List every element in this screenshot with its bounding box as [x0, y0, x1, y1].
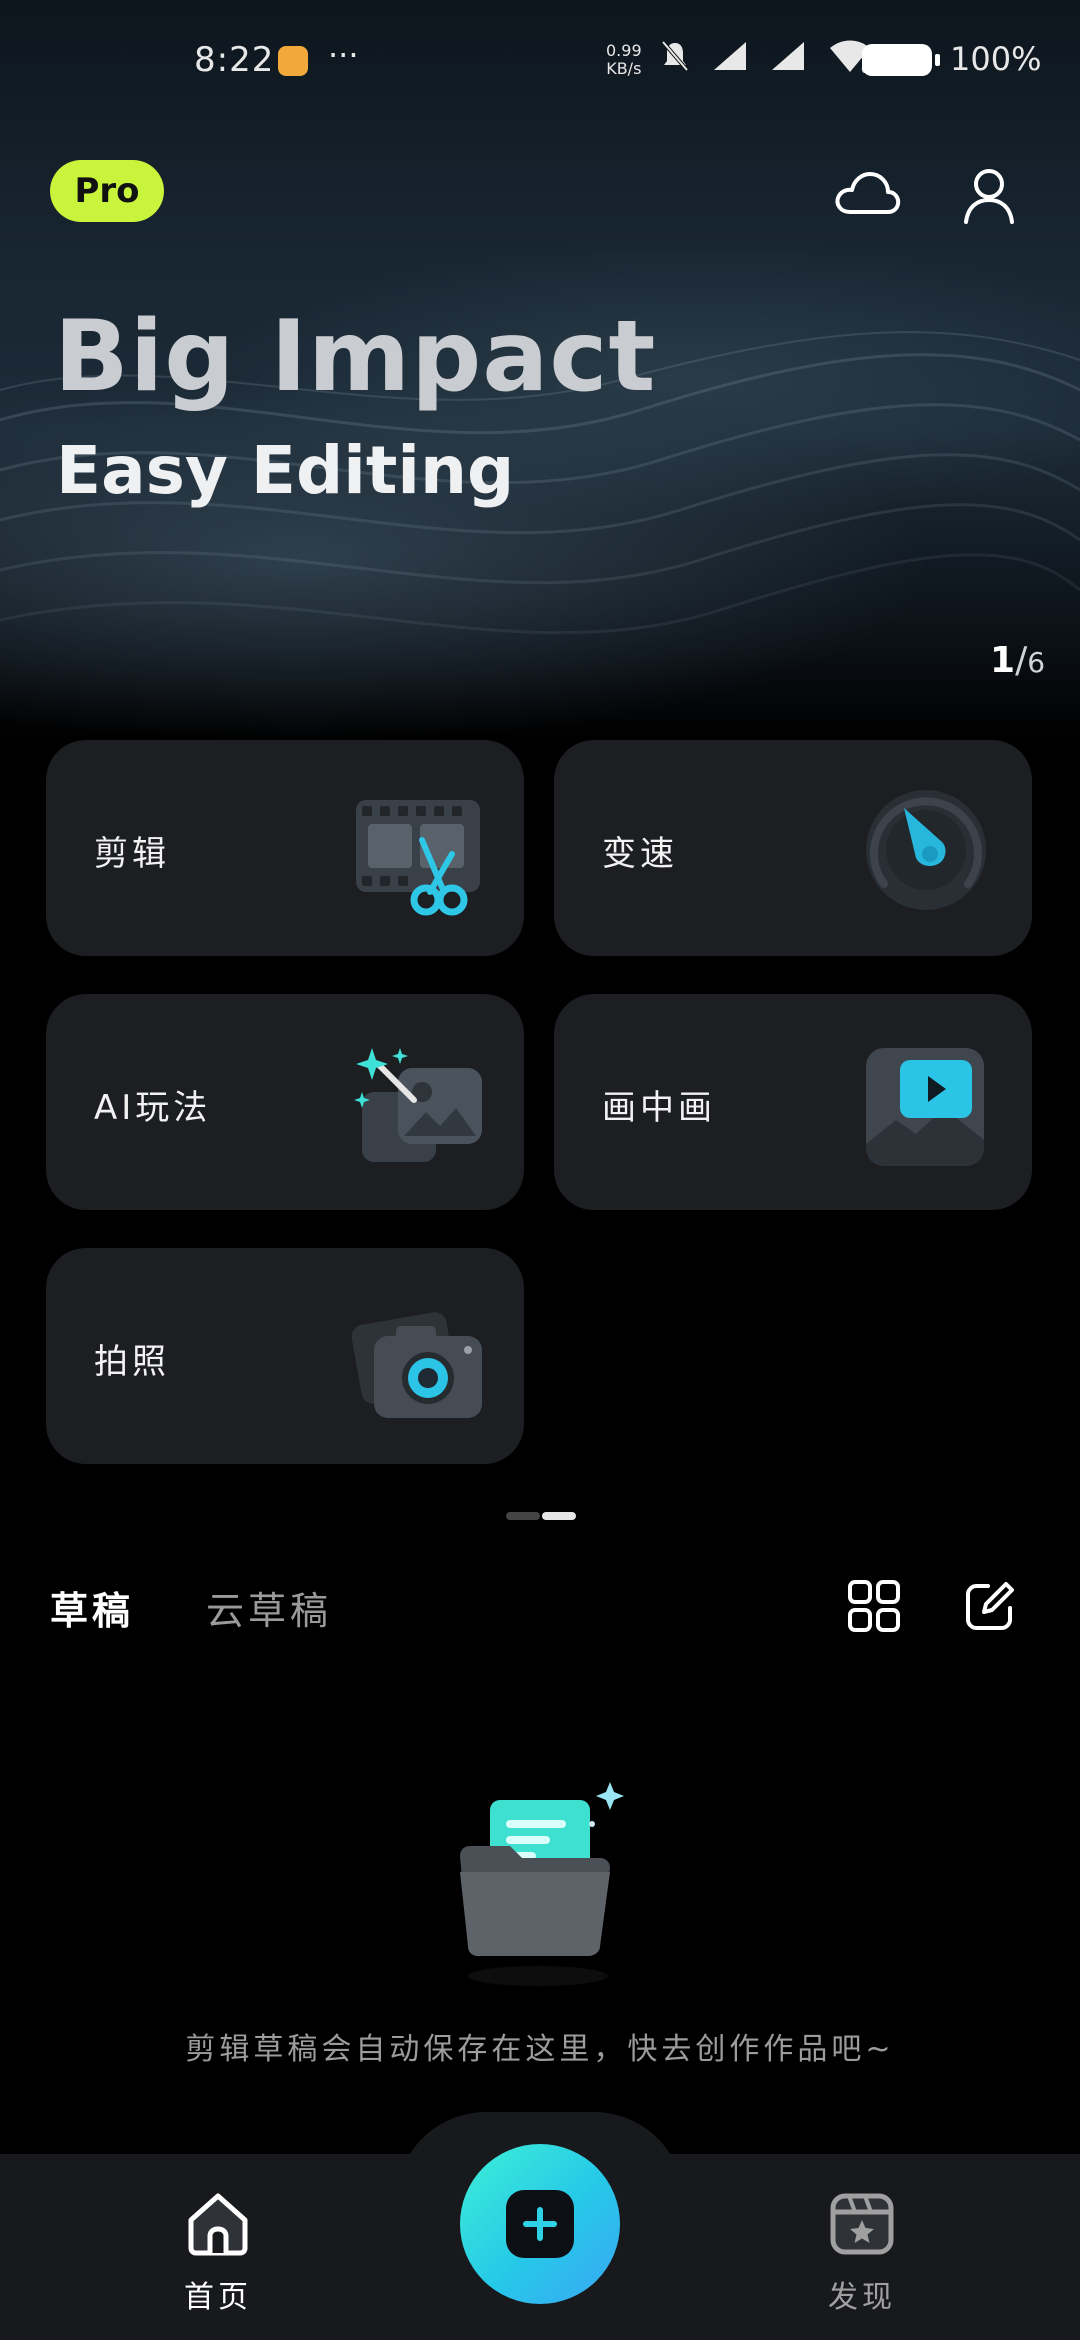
empty-drafts-message: 剪辑草稿会自动保存在这里，快去创作作品吧~ — [185, 2032, 895, 2067]
banner-title: Big Impact — [54, 300, 657, 414]
status-time: 8:22 — [194, 40, 275, 80]
plus-glyph — [523, 2207, 557, 2241]
banner-page-total: 6 — [1027, 646, 1046, 679]
tool-tile-speed[interactable]: 变速 — [554, 740, 1032, 956]
user-icon[interactable] — [954, 160, 1024, 230]
banner-page-separator: / — [1015, 640, 1028, 681]
tool-label: 剪辑 — [94, 834, 170, 874]
tool-label: AI玩法 — [94, 1088, 212, 1128]
nav-discover-label: 发现 — [828, 2280, 896, 2315]
nav-discover[interactable]: 发现 — [782, 2188, 942, 2316]
network-speed: 0.99 KB/s — [606, 42, 642, 78]
pro-badge[interactable]: Pro — [50, 160, 164, 222]
status-bar: 8:22 ··· 0.99 KB/s 6 100% — [0, 0, 1080, 120]
tool-tile-edit[interactable]: 剪辑 — [46, 740, 524, 956]
plus-icon — [506, 2190, 574, 2258]
empty-drafts-folder-icon — [460, 1782, 624, 1986]
tool-tile-camera[interactable]: 拍照 — [46, 1248, 524, 1464]
picture-in-picture-icon — [866, 1048, 984, 1166]
network-speed-unit: KB/s — [606, 59, 642, 78]
home-icon — [188, 2193, 248, 2256]
signal-icon — [714, 42, 746, 70]
pager-dot-active — [542, 1512, 576, 1520]
cloud-icon[interactable] — [832, 160, 902, 230]
nav-home-label: 首页 — [184, 2280, 252, 2315]
signal-icon-2 — [772, 42, 804, 70]
grid-view-icon[interactable] — [846, 1578, 902, 1634]
camera-icon — [351, 1312, 482, 1418]
network-speed-value: 0.99 — [606, 41, 642, 60]
discover-icon — [830, 2193, 894, 2255]
banner-subtitle: Easy Editing — [56, 432, 515, 509]
tool-label: 拍照 — [94, 1342, 170, 1382]
create-button[interactable] — [460, 2144, 620, 2304]
tool-tile-ai[interactable]: AI玩法 — [46, 994, 524, 1210]
tab-cloud-drafts[interactable]: 云草稿 — [206, 1580, 332, 1635]
tool-label: 画中画 — [602, 1088, 716, 1128]
speedometer-icon — [866, 790, 986, 910]
status-icons: 6 — [660, 38, 872, 74]
nav-home[interactable]: 首页 — [138, 2188, 298, 2316]
tool-label: 变速 — [602, 834, 678, 874]
banner-page-indicator: 1/6 — [990, 640, 1045, 681]
mute-icon — [661, 40, 689, 72]
tab-drafts[interactable]: 草稿 — [50, 1580, 134, 1635]
battery-level: 100% — [950, 40, 1042, 78]
notification-app-icon — [278, 46, 308, 76]
battery-icon — [862, 44, 940, 76]
ai-magic-image-icon — [354, 1048, 482, 1162]
film-scissors-icon — [356, 800, 480, 916]
tool-tile-pip[interactable]: 画中画 — [554, 994, 1032, 1210]
status-more: ··· — [328, 36, 359, 74]
tools-pager — [506, 1512, 576, 1520]
edit-icon[interactable] — [962, 1578, 1018, 1634]
banner-current-page: 1 — [990, 640, 1016, 681]
pager-dot — [506, 1512, 540, 1520]
